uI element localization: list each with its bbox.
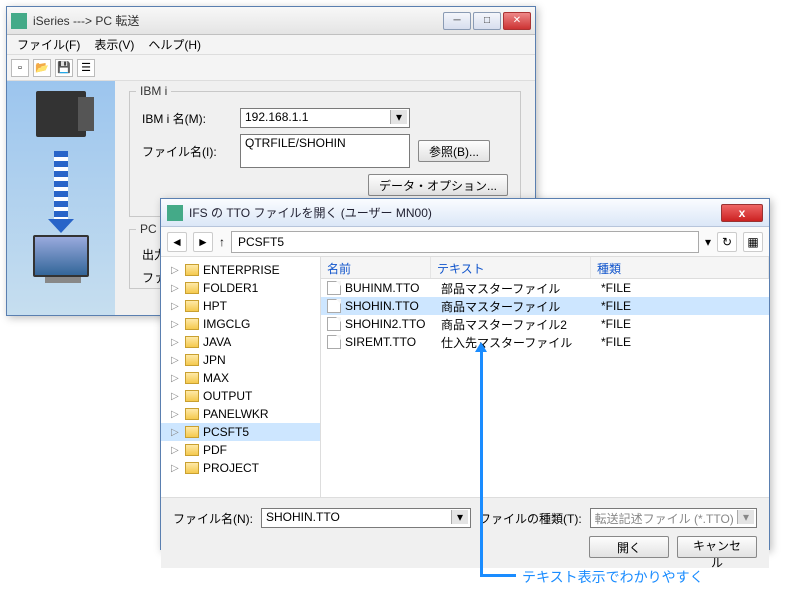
folder-icon bbox=[185, 282, 199, 294]
save-icon[interactable]: 💾 bbox=[55, 59, 73, 77]
open-button[interactable]: 開く bbox=[589, 536, 669, 558]
path-box[interactable]: PCSFT5 bbox=[231, 231, 699, 253]
titlebar[interactable]: iSeries ---> PC 転送 ─ □ ✕ bbox=[7, 7, 535, 35]
app-icon bbox=[11, 13, 27, 29]
back-button[interactable]: ◄ bbox=[167, 232, 187, 252]
annotation-text: テキスト表示でわかりやすく bbox=[522, 567, 704, 587]
tree-item[interactable]: ▷JAVA bbox=[161, 333, 320, 351]
col-name[interactable]: 名前 bbox=[321, 257, 431, 278]
window-title: iSeries ---> PC 転送 bbox=[33, 12, 443, 29]
folder-icon bbox=[185, 318, 199, 330]
minimize-button[interactable]: ─ bbox=[443, 12, 471, 30]
folder-icon bbox=[185, 354, 199, 366]
folder-icon bbox=[185, 300, 199, 312]
view-button[interactable]: ▦ bbox=[743, 232, 763, 252]
folder-icon bbox=[185, 264, 199, 276]
ibmi-file-input[interactable]: QTRFILE/SHOHIN bbox=[240, 134, 410, 168]
col-text[interactable]: テキスト bbox=[431, 257, 591, 278]
file-row[interactable]: SHOHIN2.TTO商品マスターファイル2*FILE bbox=[321, 315, 769, 333]
filetype-combo[interactable]: 転送記述ファイル (*.TTO) bbox=[590, 508, 757, 528]
annotation-arrow-h bbox=[480, 574, 516, 577]
refresh-button[interactable]: ↻ bbox=[717, 232, 737, 252]
annotation-arrow bbox=[480, 350, 483, 576]
dialog-title: IFS の TTO ファイルを開く (ユーザー MN00) bbox=[189, 204, 721, 221]
new-icon[interactable]: ▫ bbox=[11, 59, 29, 77]
forward-button[interactable]: ► bbox=[193, 232, 213, 252]
menu-help[interactable]: ヘルプ(H) bbox=[142, 34, 207, 55]
tree-item[interactable]: ▷FOLDER1 bbox=[161, 279, 320, 297]
tree-item[interactable]: ▷MAX bbox=[161, 369, 320, 387]
arrow-down-icon bbox=[54, 151, 68, 221]
pc-icon bbox=[33, 235, 89, 277]
col-kind[interactable]: 種類 bbox=[591, 257, 769, 278]
close-button[interactable]: ✕ bbox=[503, 12, 531, 30]
dialog-close-button[interactable]: x bbox=[721, 204, 763, 222]
up-icon[interactable]: ↑ bbox=[219, 235, 225, 249]
toolbar: ▫ 📂 💾 ☰ bbox=[7, 55, 535, 81]
tree-item[interactable]: ▷HPT bbox=[161, 297, 320, 315]
tree-item[interactable]: ▷PANELWKR bbox=[161, 405, 320, 423]
file-icon bbox=[327, 281, 341, 295]
filetype-label: ファイルの種類(T): bbox=[479, 510, 582, 527]
folder-icon bbox=[185, 372, 199, 384]
data-options-button[interactable]: データ・オプション... bbox=[368, 174, 508, 196]
server-icon bbox=[36, 91, 86, 137]
file-list-header: 名前 テキスト 種類 bbox=[321, 257, 769, 279]
ibmi-name-combo[interactable]: 192.168.1.1 bbox=[240, 108, 410, 128]
folder-icon bbox=[185, 336, 199, 348]
file-list[interactable]: 名前 テキスト 種類 BUHINM.TTO部品マスターファイル*FILESHOH… bbox=[321, 257, 769, 497]
open-icon[interactable]: 📂 bbox=[33, 59, 51, 77]
dialog-titlebar[interactable]: IFS の TTO ファイルを開く (ユーザー MN00) x bbox=[161, 199, 769, 227]
file-row[interactable]: SHOHIN.TTO商品マスターファイル*FILE bbox=[321, 297, 769, 315]
filename-combo[interactable]: SHOHIN.TTO bbox=[261, 508, 471, 528]
file-icon bbox=[327, 335, 341, 349]
tree-item[interactable]: ▷PROJECT bbox=[161, 459, 320, 477]
props-icon[interactable]: ☰ bbox=[77, 59, 95, 77]
browse-button[interactable]: 参照(B)... bbox=[418, 140, 490, 162]
file-icon bbox=[327, 299, 341, 313]
tree-item[interactable]: ▷PCSFT5 bbox=[161, 423, 320, 441]
transfer-graphic bbox=[7, 81, 115, 315]
menu-file[interactable]: ファイル(F) bbox=[11, 34, 86, 55]
file-icon bbox=[327, 317, 341, 331]
folder-icon bbox=[185, 390, 199, 402]
file-row[interactable]: BUHINM.TTO部品マスターファイル*FILE bbox=[321, 279, 769, 297]
ibmi-file-label: ファイル名(I): bbox=[142, 143, 232, 160]
tree-item[interactable]: ▷IMGCLG bbox=[161, 315, 320, 333]
maximize-button[interactable]: □ bbox=[473, 12, 501, 30]
folder-tree[interactable]: ▷ENTERPRISE▷FOLDER1▷HPT▷IMGCLG▷JAVA▷JPN▷… bbox=[161, 257, 321, 497]
folder-icon bbox=[185, 462, 199, 474]
file-row[interactable]: SIREMT.TTO仕入先マスターファイル*FILE bbox=[321, 333, 769, 351]
nav-row: ◄ ► ↑ PCSFT5 ▾ ↻ ▦ bbox=[161, 227, 769, 257]
tree-item[interactable]: ▷PDF bbox=[161, 441, 320, 459]
file-open-dialog: IFS の TTO ファイルを開く (ユーザー MN00) x ◄ ► ↑ PC… bbox=[160, 198, 770, 550]
dialog-icon bbox=[167, 205, 183, 221]
folder-icon bbox=[185, 426, 199, 438]
tree-item[interactable]: ▷ENTERPRISE bbox=[161, 261, 320, 279]
dropdown-icon[interactable]: ▾ bbox=[705, 235, 711, 249]
menubar: ファイル(F) 表示(V) ヘルプ(H) bbox=[7, 35, 535, 55]
ibmi-name-label: IBM i 名(M): bbox=[142, 110, 232, 127]
folder-icon bbox=[185, 444, 199, 456]
folder-icon bbox=[185, 408, 199, 420]
filename-label: ファイル名(N): bbox=[173, 510, 253, 527]
tree-item[interactable]: ▷OUTPUT bbox=[161, 387, 320, 405]
menu-view[interactable]: 表示(V) bbox=[88, 34, 140, 55]
cancel-button[interactable]: キャンセル bbox=[677, 536, 757, 558]
pc-legend: PC bbox=[136, 222, 161, 236]
ibmi-legend: IBM i bbox=[136, 84, 171, 98]
tree-item[interactable]: ▷JPN bbox=[161, 351, 320, 369]
